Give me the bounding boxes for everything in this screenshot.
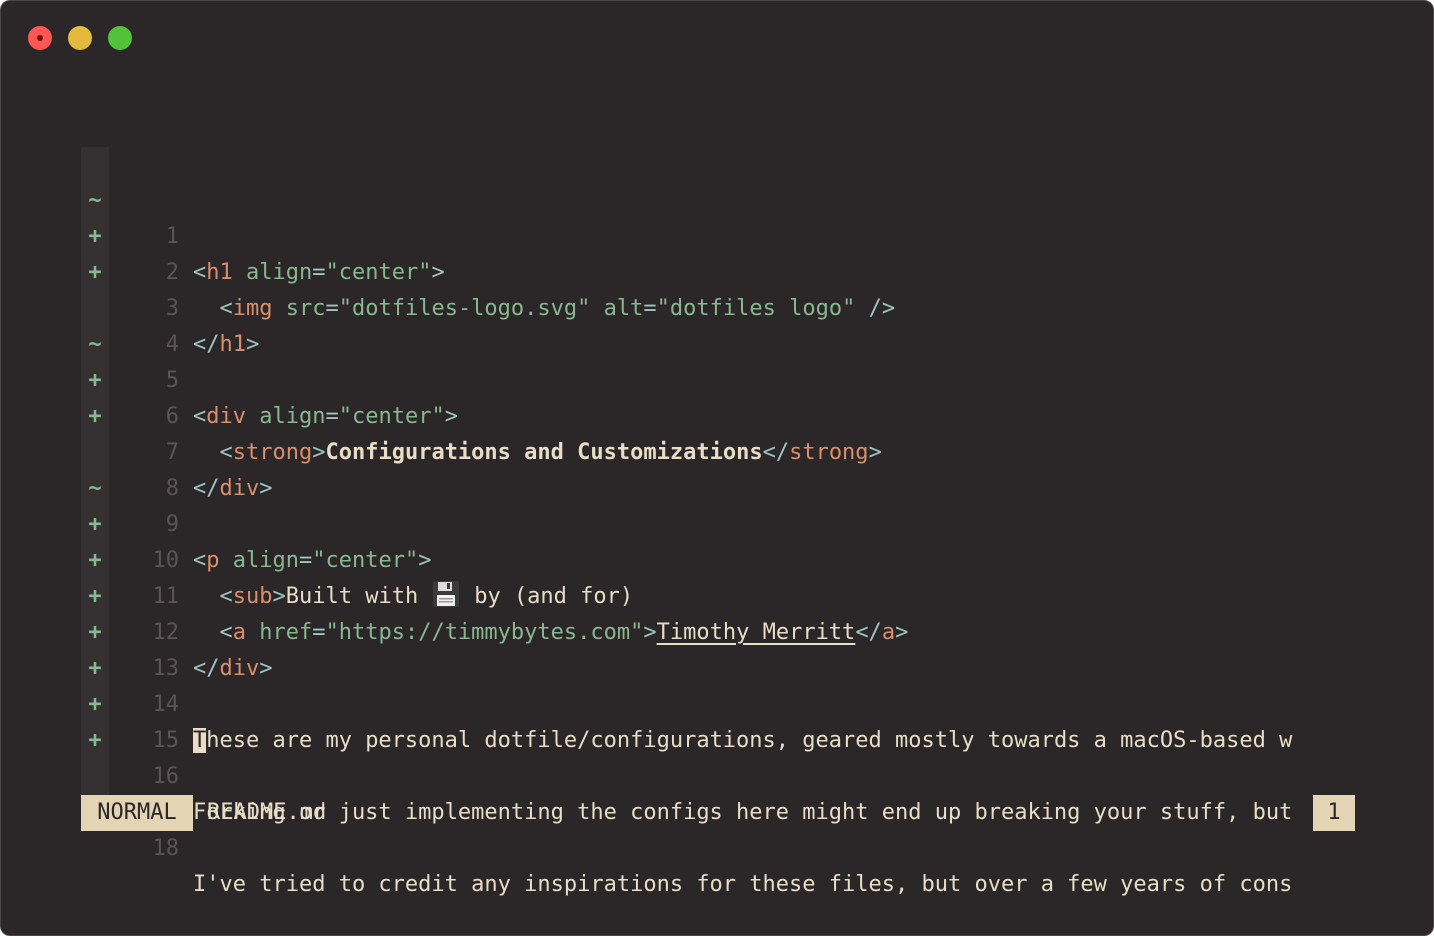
mode-indicator: NORMAL — [81, 795, 193, 831]
zoom-button[interactable] — [108, 26, 132, 50]
minimize-button[interactable] — [68, 26, 92, 50]
line-6: + 6 <strong>Configurations and Customiza… — [81, 327, 1355, 465]
line-12: + 12 </div> — [81, 543, 1355, 681]
line-code: I've tried to credit any inspirations fo… — [193, 872, 1293, 897]
close-button[interactable] — [28, 26, 52, 50]
line-10: + 10 <sub>Built with by (and for) — [81, 471, 1355, 609]
window-controls — [28, 26, 132, 50]
file-name: README.md — [207, 800, 327, 825]
line-5: ~ 5 <div align="center"> — [81, 291, 1355, 429]
line-number: 18 — [152, 836, 180, 861]
line-11: + 11 <a href="https://timmybytes.com">Ti… — [81, 507, 1355, 645]
line-17: 17 — [81, 723, 1355, 825]
buffer-count-badge: 1 — [1313, 795, 1355, 831]
line-16: + 16 Forking or just implementing the co… — [81, 687, 1355, 825]
line-4: 4 — [81, 255, 1355, 357]
line-9: ~ 9 <p align="center"> — [81, 435, 1355, 573]
line-1: ~ 1 <h1 align="center"> — [81, 147, 1355, 285]
line-3: + 3 </h1> — [81, 219, 1355, 357]
line-13: + 13 — [81, 579, 1355, 681]
line-8: 8 — [81, 399, 1355, 501]
line-14: + 14 These are my personal dotfile/confi… — [81, 615, 1355, 753]
status-line: NORMAL README.md 1 — [81, 795, 1355, 831]
line-7: + 7 </div> — [81, 363, 1355, 501]
editor-buffer[interactable]: ~ 1 <h1 align="center"> + 2 <img src="do… — [81, 147, 1355, 897]
line-2: + 2 <img src="dotfiles-logo.svg" alt="do… — [81, 183, 1355, 321]
line-18: 18 I've tried to credit any inspirations… — [81, 759, 1355, 897]
terminal-window: ~ 1 <h1 align="center"> + 2 <img src="do… — [0, 0, 1434, 936]
line-15: + 15 — [81, 651, 1355, 753]
